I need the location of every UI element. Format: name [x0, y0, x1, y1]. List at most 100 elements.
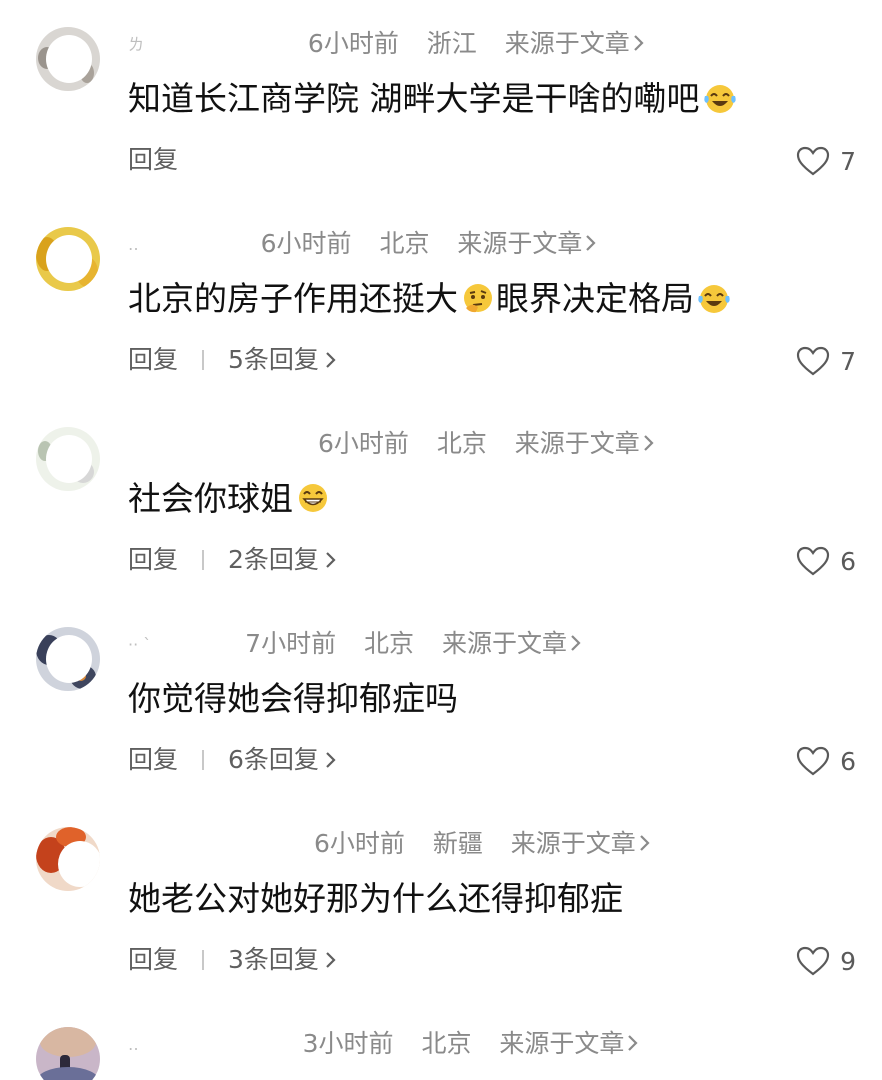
reply-button[interactable]: 回复 [128, 545, 178, 574]
comment-time: 6小时前 [307, 29, 399, 58]
source-link[interactable]: 来源于文章 [511, 829, 654, 858]
comment-body: 知道长江商学院 湖畔大学是干啥的嘞吧 [128, 79, 700, 118]
comment-time: 7小时前 [245, 629, 337, 658]
chevron-right-icon [326, 952, 336, 968]
source-label: 来源于文章 [442, 629, 568, 658]
comment-meta: 6小时前 新疆 来源于文章 [128, 827, 654, 861]
comment-meta: 6小时前 北京 来源于文章 [128, 427, 658, 461]
reply-button[interactable]: 回复 [128, 745, 178, 774]
like-count: 9 [840, 947, 856, 976]
like-button[interactable]: 7 [796, 142, 856, 182]
face-tears-of-joy-icon [703, 85, 736, 113]
chevron-right-icon [571, 635, 581, 651]
comment-actions: 回复 5条回复 [128, 340, 339, 380]
like-count: 7 [840, 347, 856, 376]
like-button[interactable]: 6 [796, 542, 856, 582]
like-button[interactable]: 7 [796, 342, 856, 382]
chevron-right-icon [628, 1035, 638, 1051]
comment-text: 社会你球姐 [128, 475, 331, 523]
comment-text: 知道长江商学院 湖畔大学是干啥的嘞吧 [128, 75, 738, 123]
source-label: 来源于文章 [510, 829, 636, 858]
comment-item: ‥ 3小时前 北京 来源于文章 [0, 1000, 882, 1080]
comment-actions: 回复 [128, 140, 178, 180]
view-replies-button[interactable]: 5条回复 [228, 345, 339, 374]
avatar[interactable] [36, 427, 100, 491]
view-replies-button[interactable]: 6条回复 [228, 745, 339, 774]
face-tears-of-joy-icon [698, 285, 730, 313]
comment-body: 北京的房子作用还挺大 [128, 279, 458, 318]
comment-text: 你觉得她会得抑郁症吗 [128, 675, 458, 723]
chevron-right-icon [326, 552, 336, 568]
thinking-face-icon [464, 284, 492, 313]
chevron-right-icon [586, 235, 596, 251]
view-replies-button[interactable]: 3条回复 [228, 945, 339, 974]
comment-actions: 回复 2条回复 [128, 540, 339, 580]
avatar[interactable] [36, 827, 100, 891]
comment-meta: ·· ` 7小时前 北京 来源于文章 [128, 627, 585, 661]
reply-button[interactable]: 回复 [128, 345, 178, 374]
avatar[interactable] [36, 627, 100, 691]
source-link[interactable]: 来源于文章 [505, 29, 648, 58]
divider [202, 350, 205, 370]
username[interactable]: ‥ [128, 1035, 139, 1054]
divider [202, 750, 205, 770]
source-label: 来源于文章 [457, 229, 583, 258]
avatar[interactable] [36, 227, 100, 291]
heart-outline-icon [796, 146, 830, 176]
source-link[interactable]: 来源于文章 [515, 429, 658, 458]
reply-button[interactable]: 回复 [128, 945, 178, 974]
reply-button[interactable]: 回复 [128, 145, 178, 174]
source-link[interactable]: 来源于文章 [442, 629, 585, 658]
heart-outline-icon [796, 546, 830, 576]
chevron-right-icon [633, 35, 644, 51]
chevron-right-icon [644, 435, 654, 451]
source-label: 来源于文章 [504, 29, 630, 58]
chevron-right-icon [640, 835, 650, 851]
comment-actions: 回复 3条回复 [128, 940, 339, 980]
comment-time: 6小时前 [260, 229, 352, 258]
username[interactable]: ·· ` [128, 635, 151, 654]
chevron-right-icon [326, 752, 336, 768]
like-button[interactable]: 6 [796, 742, 856, 782]
view-replies-button[interactable]: 2条回复 [228, 545, 339, 574]
source-link[interactable]: 来源于文章 [457, 229, 600, 258]
username[interactable]: ‥ [128, 235, 139, 254]
comment-meta: ‥ 3小时前 北京 来源于文章 [128, 1027, 642, 1061]
like-count: 6 [840, 547, 856, 576]
comment-location: 浙江 [426, 29, 477, 58]
replies-count: 6条回复 [228, 745, 319, 774]
replies-count: 3条回复 [228, 945, 319, 974]
source-label: 来源于文章 [499, 1029, 625, 1058]
source-link[interactable]: 来源于文章 [499, 1029, 642, 1058]
comment-meta: ‥ 6小时前 北京 来源于文章 [128, 227, 600, 261]
comment-location: 新疆 [432, 829, 483, 858]
like-count: 6 [840, 747, 856, 776]
grinning-face-icon [299, 484, 327, 512]
like-count: 7 [840, 147, 856, 176]
replies-count: 2条回复 [228, 545, 319, 574]
comment-time: 6小时前 [317, 429, 409, 458]
comment-location: 北京 [379, 229, 430, 258]
comment-actions: 回复 6条回复 [128, 740, 339, 780]
comment-text: 北京的房子作用还挺大 眼界决定格局 [128, 275, 732, 323]
comment-text: 她老公对她好那为什么还得抑郁症 [128, 875, 623, 923]
username[interactable]: ㄌ [128, 35, 144, 54]
comment-body-2: 眼界决定格局 [496, 279, 694, 318]
comment-location: 北京 [421, 1029, 472, 1058]
comment-item: 6小时前 新疆 来源于文章 她老公对她好那为什么还得抑郁症 回复 3条回复 9 [0, 800, 882, 1000]
avatar[interactable] [36, 27, 100, 91]
comment-time: 6小时前 [313, 829, 405, 858]
like-button[interactable]: 9 [796, 942, 856, 982]
divider [202, 550, 205, 570]
comment-item: ·· ` 7小时前 北京 来源于文章 你觉得她会得抑郁症吗 回复 6条回复 6 [0, 600, 882, 800]
comment-body: 社会你球姐 [128, 479, 293, 518]
heart-outline-icon [796, 746, 830, 776]
comment-location: 北京 [364, 629, 415, 658]
comment-location: 北京 [436, 429, 487, 458]
comment-meta: ㄌ 6小时前 浙江 来源于文章 [128, 27, 648, 61]
avatar[interactable] [36, 1027, 100, 1080]
comment-time: 3小时前 [302, 1029, 394, 1058]
comment-item: ‥ 6小时前 北京 来源于文章 北京的房子作用还挺大 眼界决定格局 回复 5条回复 … [0, 200, 882, 400]
source-label: 来源于文章 [514, 429, 640, 458]
comment-item: ㄌ 6小时前 浙江 来源于文章 知道长江商学院 湖畔大学是干啥的嘞吧 回复 7 [0, 0, 882, 200]
